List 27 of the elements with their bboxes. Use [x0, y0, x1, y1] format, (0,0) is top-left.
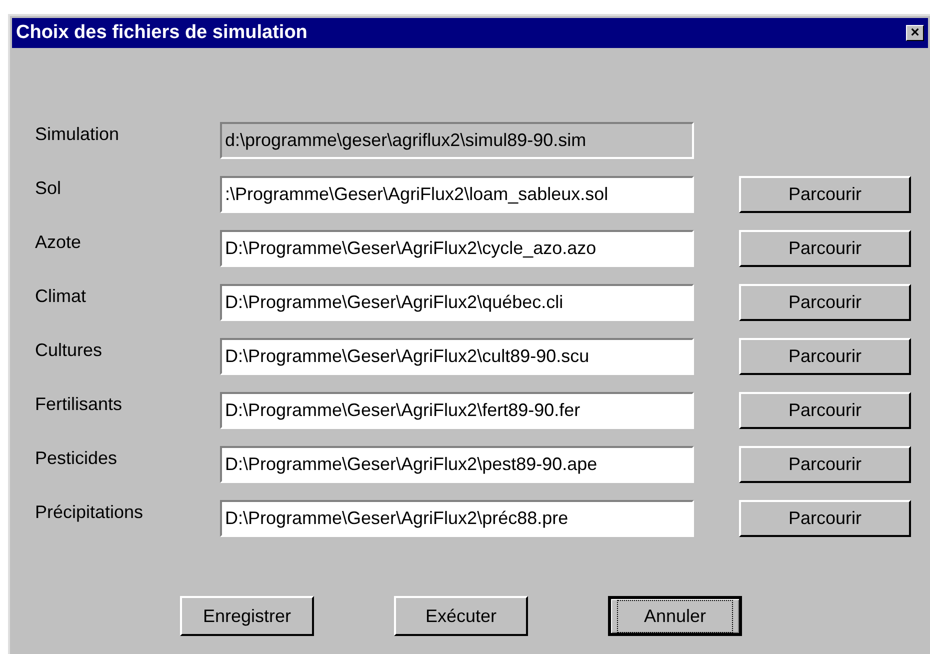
field-label: Cultures: [35, 339, 104, 362]
path-field[interactable]: D:\Programme\Geser\AgriFlux2\cycle_azo.azo: [220, 230, 694, 267]
browse-button[interactable]: Parcourir: [739, 284, 911, 321]
field-label: Sol: [35, 177, 62, 200]
field-label: Fertilisants: [35, 393, 124, 416]
window-title: Choix des fichiers de simulation: [16, 20, 308, 45]
field-label: Pesticides: [35, 447, 118, 470]
path-field[interactable]: D:\Programme\Geser\AgriFlux2\pest89-90.ape: [220, 446, 694, 483]
browse-button[interactable]: Parcourir: [739, 392, 911, 429]
field-label: Climat: [35, 285, 88, 308]
dialog-button[interactable]: Exécuter: [394, 596, 528, 636]
browse-button[interactable]: Parcourir: [739, 176, 911, 213]
field-label: Précipitations: [35, 501, 144, 524]
browse-button[interactable]: Parcourir: [739, 446, 911, 483]
close-button[interactable]: ×: [906, 25, 924, 41]
browse-button[interactable]: Parcourir: [739, 500, 911, 537]
path-field[interactable]: D:\Programme\Geser\AgriFlux2\fert89-90.fer: [220, 392, 694, 429]
browse-button[interactable]: Parcourir: [739, 338, 911, 375]
field-label: Azote: [35, 231, 82, 254]
path-field[interactable]: :\Programme\Geser\AgriFlux2\loam_sableux.sol: [220, 176, 694, 213]
browse-button[interactable]: Parcourir: [739, 230, 911, 267]
path-field[interactable]: D:\Programme\Geser\AgriFlux2\cult89-90.scu: [220, 338, 694, 375]
dialog-button[interactable]: Annuler: [608, 596, 742, 636]
field-label: Simulation: [35, 123, 120, 146]
path-field[interactable]: D:\Programme\Geser\AgriFlux2\préc88.pre: [220, 500, 694, 537]
dialog-button[interactable]: Enregistrer: [180, 596, 314, 636]
path-field[interactable]: D:\Programme\Geser\AgriFlux2\québec.cli: [220, 284, 694, 321]
